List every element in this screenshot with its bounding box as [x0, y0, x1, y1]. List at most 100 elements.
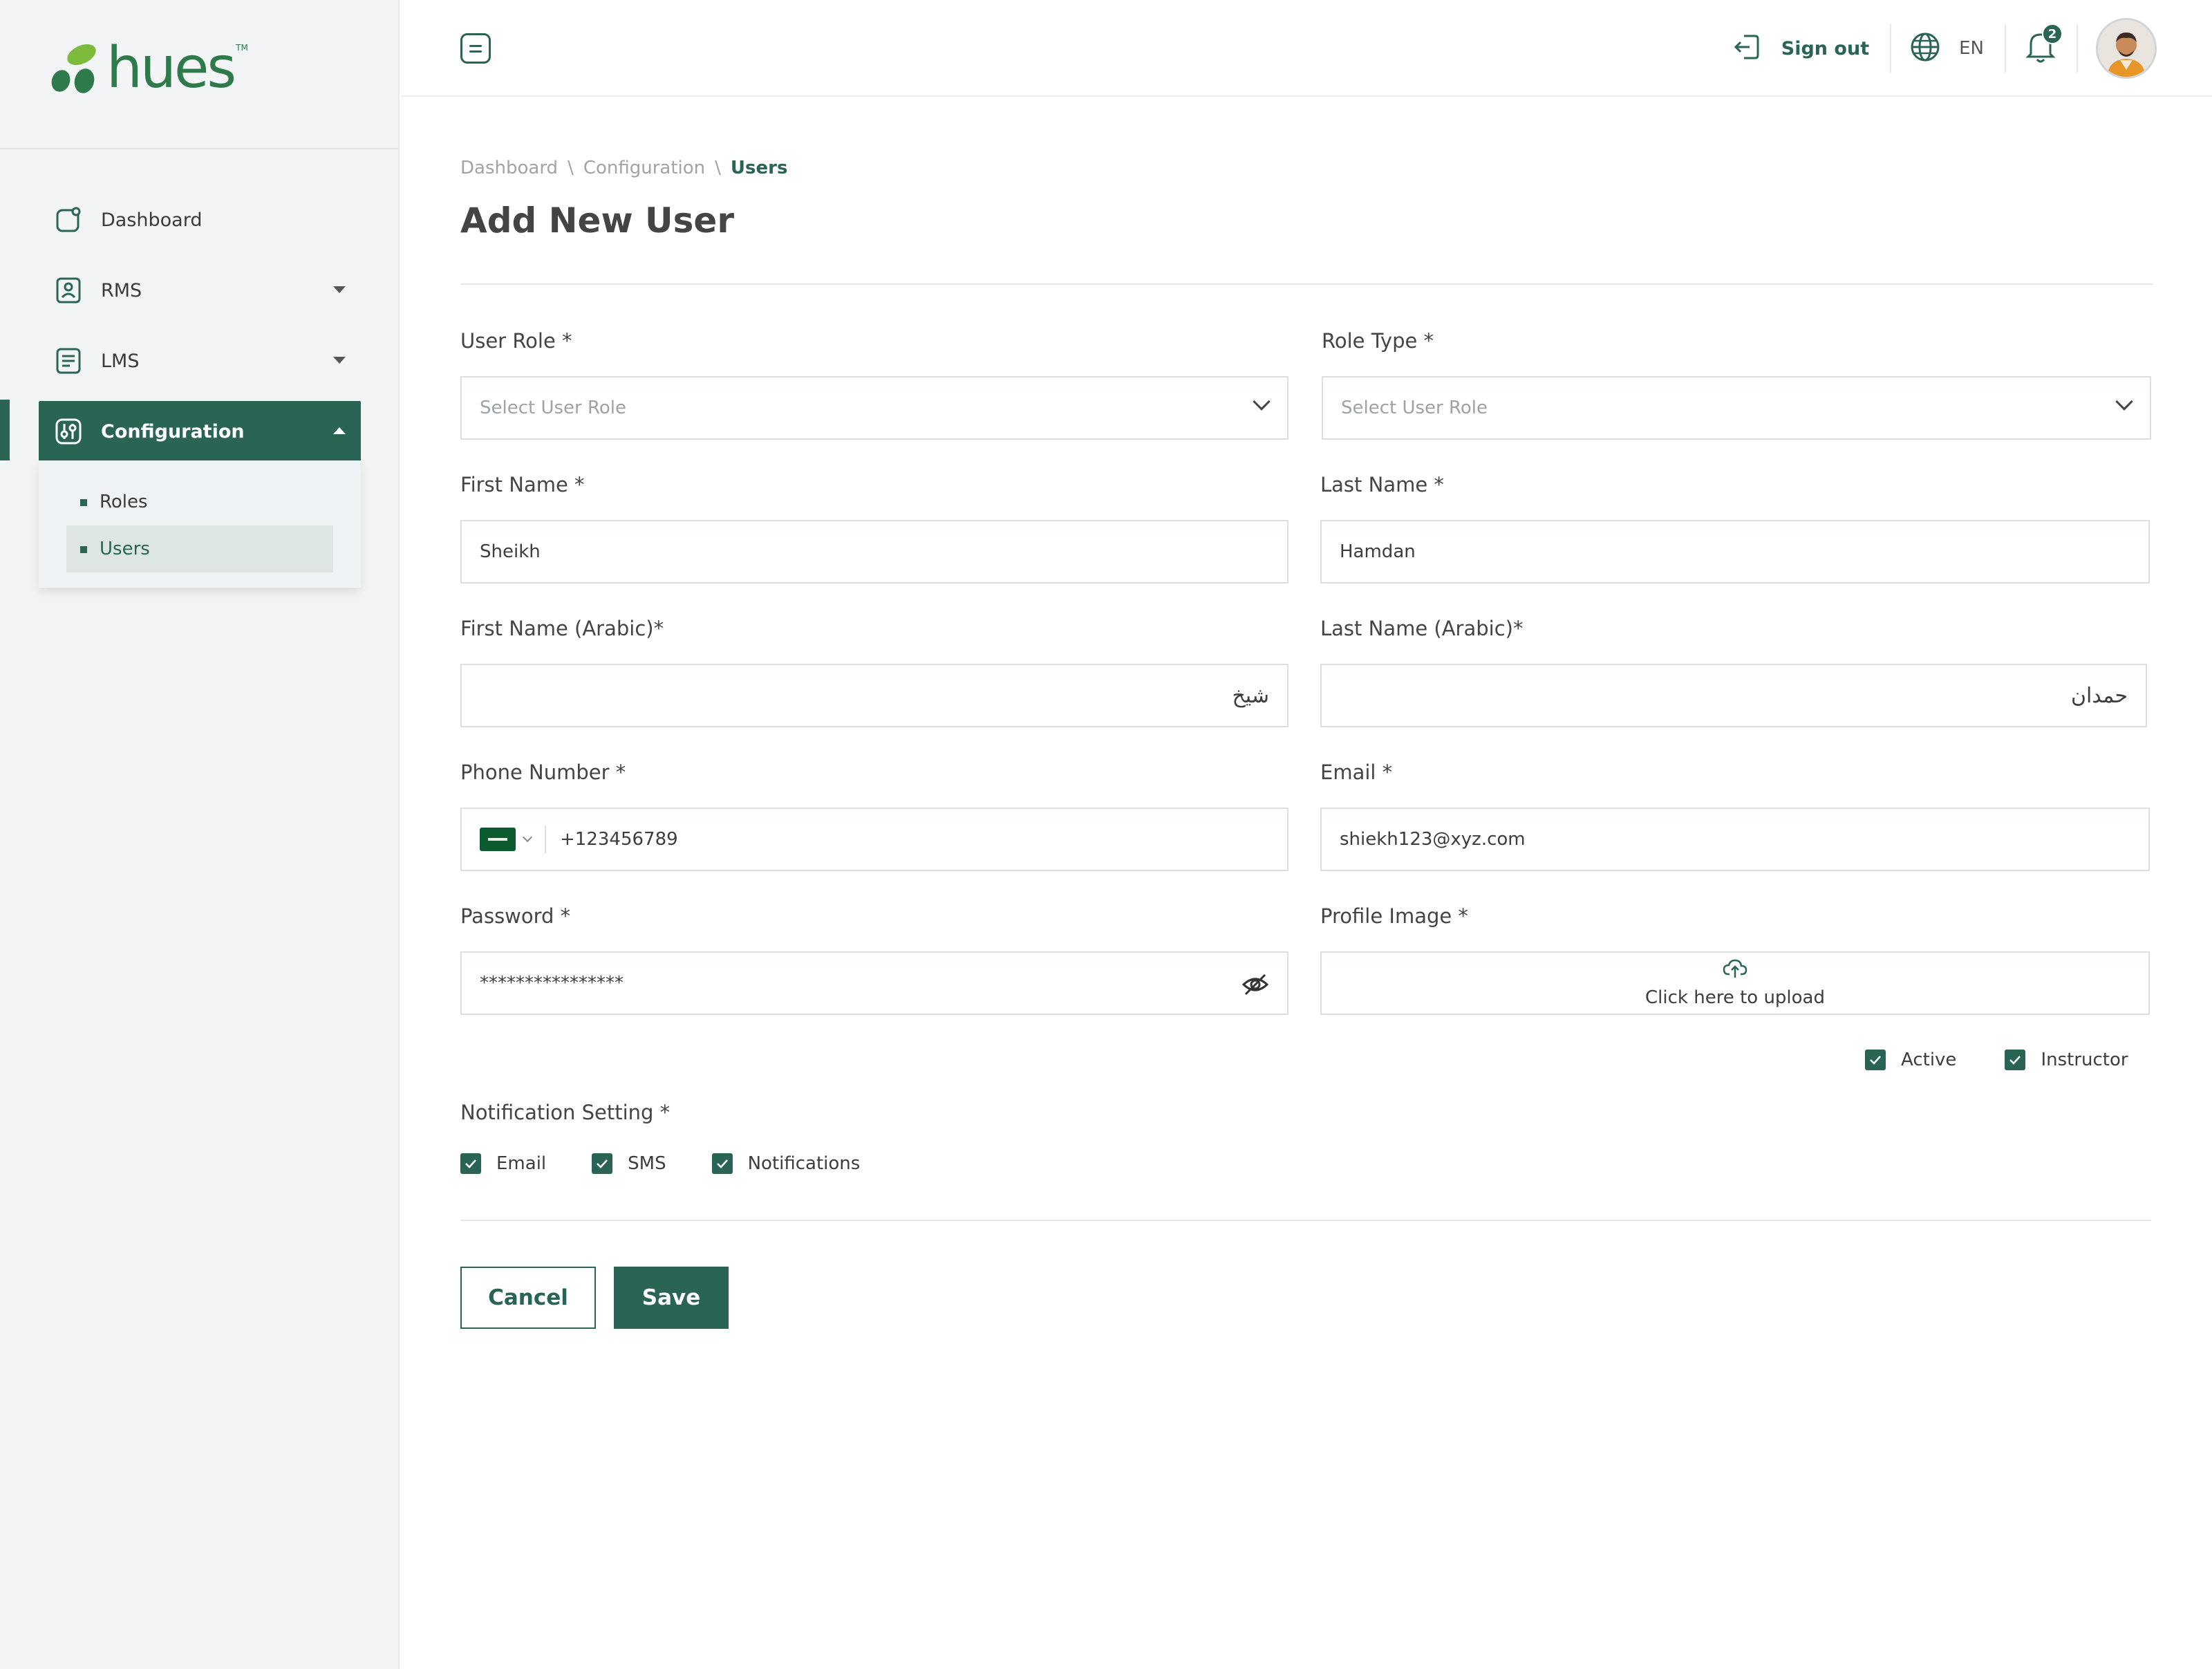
phone-divider	[545, 826, 546, 853]
user-role-field: User Role * Select User Role	[460, 329, 1288, 440]
phone-number-value: +123456789	[560, 829, 678, 850]
first-name-arabic-label: First Name (Arabic)*	[460, 617, 664, 640]
user-role-placeholder: Select User Role	[480, 398, 627, 418]
last-name-input[interactable]: Hamdan	[1320, 520, 2150, 584]
chevron-down-icon	[333, 357, 346, 364]
bullet-icon	[80, 499, 87, 506]
language-selector[interactable]: EN	[1891, 31, 2005, 66]
phone-number-field: Phone Number * +123456789	[460, 761, 1288, 871]
checkmark-icon	[592, 1153, 613, 1174]
checkmark-icon	[460, 1153, 481, 1174]
role-type-select[interactable]: Select User Role	[1322, 376, 2151, 440]
user-avatar-icon	[2098, 20, 2155, 77]
last-name-arabic-input[interactable]: حمدان	[1320, 664, 2147, 727]
sidebar-item-label: Configuration	[101, 420, 245, 442]
configuration-submenu: Roles Users	[39, 460, 361, 588]
hues-leaf-icon	[51, 44, 96, 93]
breadcrumb-item-configuration[interactable]: Configuration	[583, 158, 705, 178]
dashboard-icon	[54, 205, 83, 234]
notification-setting-label: Notification Setting *	[460, 1101, 671, 1124]
phone-number-input[interactable]: +123456789	[460, 808, 1288, 871]
menu-toggle-button[interactable]	[460, 33, 491, 64]
first-name-input[interactable]: Sheikh	[460, 520, 1288, 584]
password-label: Password *	[460, 904, 571, 928]
email-label: Email *	[1320, 761, 1393, 784]
hues-logo[interactable]: hues TM	[50, 39, 248, 98]
menu-line	[469, 44, 482, 47]
logo-wordmark: hues	[106, 35, 236, 101]
notification-count-badge: 2	[2042, 24, 2063, 44]
submenu-item-users[interactable]: Users	[66, 525, 333, 572]
last-name-value: Hamdan	[1340, 541, 1416, 562]
email-input[interactable]: shiekh123@xyz.com	[1320, 808, 2150, 871]
password-field: Password * ****************	[460, 904, 1288, 1015]
first-name-arabic-value: شيخ	[1232, 683, 1269, 708]
saudi-flag-icon[interactable]	[480, 828, 516, 851]
last-name-label: Last Name *	[1320, 473, 1444, 496]
upload-cloud-icon	[1723, 959, 1747, 983]
notifications-option-label: Notifications	[747, 1153, 861, 1174]
push-notification-checkbox[interactable]: Notifications	[711, 1153, 861, 1174]
chevron-up-icon	[333, 427, 346, 434]
phone-number-label: Phone Number *	[460, 761, 626, 784]
sidebar-item-lms[interactable]: LMS	[39, 330, 361, 391]
chevron-down-icon	[333, 286, 346, 293]
configuration-icon	[54, 417, 83, 446]
active-label: Active	[1901, 1050, 1957, 1070]
user-role-label: User Role *	[460, 329, 572, 353]
role-type-field: Role Type * Select User Role	[1322, 329, 2151, 440]
breadcrumb-current: Users	[730, 158, 788, 178]
email-field: Email * shiekh123@xyz.com	[1320, 761, 2150, 871]
top-bar: Sign out EN 2	[401, 0, 2212, 97]
cancel-button[interactable]: Cancel	[460, 1267, 596, 1329]
password-value: ****************	[480, 973, 624, 994]
user-role-select[interactable]: Select User Role	[460, 376, 1288, 440]
breadcrumb-separator: \	[715, 158, 721, 178]
last-name-arabic-value: حمدان	[2070, 683, 2128, 708]
chevron-down-icon	[2115, 393, 2133, 411]
breadcrumb-separator: \	[568, 158, 574, 178]
checkmark-icon	[2005, 1050, 2026, 1070]
save-button[interactable]: Save	[614, 1267, 729, 1329]
actions-divider	[460, 1220, 2151, 1221]
instructor-checkbox[interactable]: Instructor	[2005, 1050, 2128, 1070]
sidebar-item-rms[interactable]: RMS	[39, 260, 361, 321]
eye-off-icon[interactable]	[1241, 972, 1269, 1002]
top-bar-actions: Sign out EN 2	[1732, 0, 2212, 97]
avatar[interactable]	[2096, 18, 2157, 79]
sidebar-divider	[0, 148, 398, 149]
sidebar-item-dashboard[interactable]: Dashboard	[39, 189, 361, 250]
sign-out-button[interactable]: Sign out	[1732, 32, 1890, 65]
submenu-item-roles[interactable]: Roles	[66, 478, 333, 525]
role-type-label: Role Type *	[1322, 329, 1434, 353]
first-name-arabic-input[interactable]: شيخ	[460, 664, 1288, 727]
checkmark-icon	[1865, 1050, 1886, 1070]
first-name-field: First Name * Sheikh	[460, 473, 1288, 584]
sms-notification-checkbox[interactable]: SMS	[592, 1153, 666, 1174]
sidebar-item-label: LMS	[101, 350, 140, 372]
first-name-label: First Name *	[460, 473, 585, 496]
menu-line	[469, 50, 482, 53]
active-checkbox[interactable]: Active	[1865, 1050, 1956, 1070]
chevron-down-icon	[1253, 393, 1271, 411]
submenu-item-label: Users	[100, 539, 150, 559]
first-name-arabic-field: First Name (Arabic)* شيخ	[460, 617, 1288, 727]
chevron-down-icon[interactable]	[522, 832, 533, 843]
profile-image-upload[interactable]: Click here to upload	[1320, 951, 2150, 1015]
role-type-placeholder: Select User Role	[1341, 398, 1488, 418]
notifications-button[interactable]: 2	[2006, 24, 2077, 68]
main-content: Dashboard \ Configuration \ Users Add Ne…	[401, 97, 2212, 1669]
last-name-arabic-label: Last Name (Arabic)*	[1320, 617, 1524, 640]
email-notification-checkbox[interactable]: Email	[460, 1153, 546, 1174]
profile-image-field: Profile Image * Click here to upload	[1320, 904, 2150, 1015]
last-name-arabic-field: Last Name (Arabic)* حمدان	[1320, 617, 2147, 727]
sidebar-item-label: RMS	[101, 279, 142, 301]
password-input[interactable]: ****************	[460, 951, 1288, 1015]
sign-out-label: Sign out	[1781, 37, 1870, 59]
title-divider	[460, 283, 2153, 285]
globe-icon	[1909, 31, 1941, 66]
profile-image-label: Profile Image *	[1320, 904, 1468, 928]
breadcrumb-item-dashboard[interactable]: Dashboard	[460, 158, 558, 178]
sidebar-item-label: Dashboard	[101, 209, 203, 231]
sidebar-item-configuration[interactable]: Configuration	[39, 401, 361, 462]
